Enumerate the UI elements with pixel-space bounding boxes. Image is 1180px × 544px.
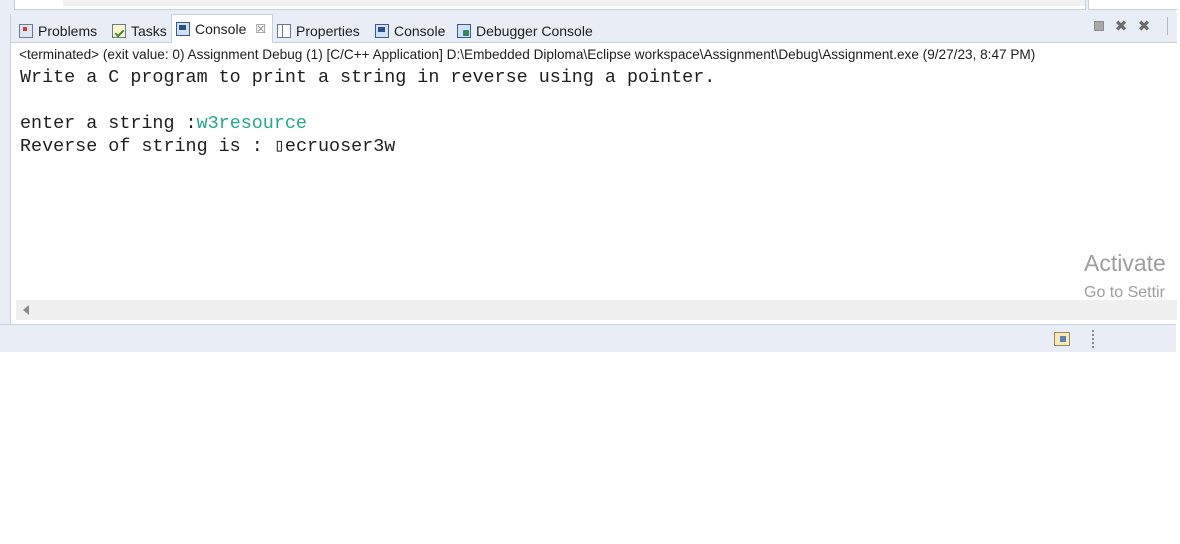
progress-icon[interactable] xyxy=(1054,332,1070,346)
properties-icon xyxy=(277,24,291,38)
remove-all-button[interactable]: ✖ xyxy=(1136,18,1152,35)
tab-label: Console xyxy=(195,21,247,37)
remove-launch-icon: ✖ xyxy=(1114,18,1128,35)
activation-watermark: Activate xyxy=(1084,250,1166,276)
tab-label: Tasks xyxy=(131,23,167,39)
debugger-console-icon xyxy=(457,24,471,38)
tab-label: Debugger Console xyxy=(476,23,593,39)
console-icon xyxy=(176,22,190,36)
tab-debugger-console[interactable]: Debugger Console xyxy=(457,20,593,42)
process-status: <terminated> (exit value: 0) Assignment … xyxy=(19,47,1036,62)
horizontal-scrollbar[interactable] xyxy=(16,300,1177,320)
tab-problems[interactable]: Problems xyxy=(19,20,97,42)
console-output[interactable]: Write a C program to print a string in r… xyxy=(20,66,715,158)
console-result: Reverse of string is : ▯ecruoser3w xyxy=(20,136,396,157)
tab-console[interactable]: Console xyxy=(375,20,445,42)
console-prompt: enter a string : xyxy=(20,113,197,134)
tab-label: Console xyxy=(394,23,446,39)
scroll-left-icon[interactable] xyxy=(23,305,29,315)
ide-window: Problems Tasks Console ☒ Properties Cons… xyxy=(0,0,1177,352)
tab-label: Properties xyxy=(296,23,360,39)
tab-console-active[interactable]: Console ☒ xyxy=(171,14,274,43)
tasks-icon xyxy=(112,24,126,38)
problems-icon xyxy=(19,24,33,38)
tab-label: Problems xyxy=(38,23,98,39)
upper-editor-edge xyxy=(0,0,1177,14)
terminate-button[interactable] xyxy=(1091,18,1107,34)
stop-icon xyxy=(1094,21,1104,31)
remove-launch-button[interactable]: ✖ xyxy=(1113,18,1129,35)
close-tab-icon[interactable]: ☒ xyxy=(255,22,266,36)
status-bar xyxy=(0,324,1176,352)
outline-area-bottom xyxy=(1088,0,1177,10)
toolbar-separator xyxy=(1167,17,1168,35)
console-user-input: w3resource xyxy=(196,113,307,134)
status-bar-separator xyxy=(1092,330,1094,348)
console-line: Write a C program to print a string in r… xyxy=(20,67,716,88)
tab-properties[interactable]: Properties xyxy=(277,20,360,42)
console-view: Problems Tasks Console ☒ Properties Cons… xyxy=(10,14,1177,324)
view-tab-bar: Problems Tasks Console ☒ Properties Cons… xyxy=(11,14,1177,43)
editor-area-bottom xyxy=(14,0,1086,10)
console-icon xyxy=(375,24,389,38)
tab-tasks[interactable]: Tasks xyxy=(112,20,167,42)
remove-all-icon: ✖ xyxy=(1137,18,1151,35)
